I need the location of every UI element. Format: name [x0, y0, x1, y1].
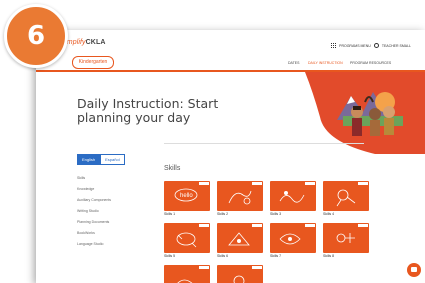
brand-logo[interactable]: AmplifyCKLA	[62, 39, 106, 46]
card-illustration	[228, 232, 250, 246]
card-art-text: hello	[180, 193, 193, 199]
hero-illustration	[305, 72, 425, 154]
section-divider	[164, 143, 364, 144]
account-area: PROGRAMS MENU TEACHER SMALL	[331, 43, 411, 48]
sidebar-nav: Skills Knowledge Auxiliary Components Wr…	[77, 176, 111, 253]
nav-program-resources[interactable]: PROGRAM RESOURCES	[350, 61, 391, 65]
sidebar-item-bookworks[interactable]: BookWorks	[77, 231, 111, 235]
nav-daily-instruction[interactable]: DAILY INSTRUCTION	[308, 61, 343, 65]
skills-card-6[interactable]	[217, 223, 263, 253]
sidebar-item-knowledge[interactable]: Knowledge	[77, 187, 111, 191]
card-illustration	[279, 233, 301, 245]
card-illustration	[177, 279, 193, 283]
card-illustration: hello	[174, 188, 198, 202]
card-illustration	[279, 191, 305, 203]
chat-icon[interactable]	[407, 263, 421, 277]
skills-card-4[interactable]	[323, 181, 369, 211]
page-title: Daily Instruction: Start planning your d…	[77, 96, 219, 125]
nav-dates[interactable]: DATES	[288, 61, 299, 65]
language-spanish-button[interactable]: Español	[100, 154, 125, 165]
language-toggle: English Español	[77, 154, 125, 165]
skills-card-3[interactable]	[270, 181, 316, 211]
top-bar: AmplifyCKLA PROGRAMS MENU TEACHER SMALL	[36, 30, 425, 59]
card-illustration	[233, 275, 245, 283]
skills-card-10[interactable]	[217, 265, 263, 283]
card-label: Skills 3	[270, 212, 282, 216]
user-icon[interactable]	[373, 43, 379, 48]
card-label: Skills 7	[270, 254, 282, 258]
skills-card-9[interactable]	[164, 265, 210, 283]
card-illustration	[228, 190, 252, 205]
programs-menu-link[interactable]: PROGRAMS MENU	[339, 44, 371, 48]
card-label: Skills 4	[323, 212, 335, 216]
card-illustration	[336, 189, 356, 207]
main-nav: DATES DAILY INSTRUCTION PROGRAM RESOURCE…	[36, 60, 425, 72]
card-label: Skills 2	[217, 212, 229, 216]
sidebar-item-auxiliary[interactable]: Auxiliary Components	[77, 198, 111, 202]
step-number: 6	[26, 21, 46, 51]
card-illustration	[176, 232, 197, 248]
sidebar-item-language-studio[interactable]: Language Studio	[77, 242, 111, 246]
sidebar-item-planning-documents[interactable]: Planning Documents	[77, 220, 111, 224]
step-badge: 6	[4, 4, 68, 68]
card-illustration	[336, 233, 355, 243]
browser-window: AmplifyCKLA PROGRAMS MENU TEACHER SMALL …	[36, 30, 425, 283]
card-label: Skills 8	[323, 254, 335, 258]
skills-card-1[interactable]: hello	[164, 181, 210, 211]
sidebar-item-skills[interactable]: Skills	[77, 176, 111, 180]
language-english-button[interactable]: English	[77, 154, 101, 165]
sidebar-item-writing-studio[interactable]: Writing Studio	[77, 209, 111, 213]
card-label: Skills 1	[164, 212, 176, 216]
apps-grid-icon[interactable]	[331, 43, 337, 48]
skills-card-5[interactable]	[164, 223, 210, 253]
section-title: Skills	[164, 165, 181, 172]
hero-banner: Daily Instruction: Start planning your d…	[36, 72, 425, 154]
card-label: Skills 6	[217, 254, 229, 258]
skills-card-2[interactable]	[217, 181, 263, 211]
teacher-name-link[interactable]: TEACHER SMALL	[382, 44, 411, 48]
card-label: Skills 5	[164, 254, 176, 258]
skills-card-7[interactable]	[270, 223, 316, 253]
skills-card-8[interactable]	[323, 223, 369, 253]
